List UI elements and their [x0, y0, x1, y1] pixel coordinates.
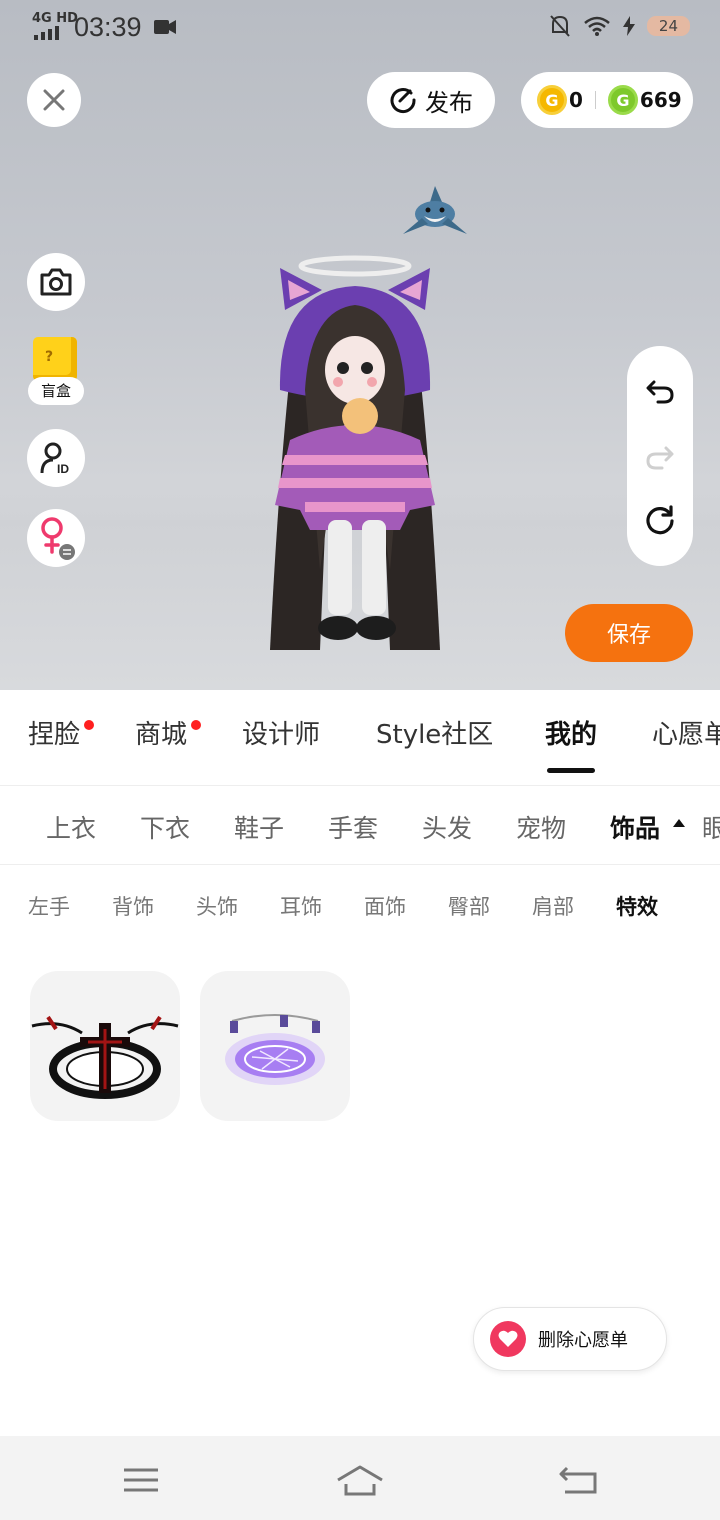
tab-designer[interactable]: 设计师	[242, 714, 320, 751]
blind-box-button[interactable]: ? 盲盒	[24, 337, 88, 407]
subcategory-ear[interactable]: 耳饰	[280, 891, 322, 921]
category-shoes[interactable]: 鞋子	[234, 809, 284, 845]
charging-icon	[622, 16, 635, 36]
green-coin-count: 669	[639, 88, 682, 112]
close-icon	[43, 89, 65, 111]
category-hair[interactable]: 头发	[422, 809, 472, 845]
camera-icon	[40, 268, 72, 296]
coin-divider	[594, 91, 596, 109]
back-icon[interactable]	[553, 1462, 605, 1498]
category-glasses[interactable]: 眼镜	[702, 809, 720, 845]
blind-box-icon: ?	[33, 337, 77, 381]
category-top[interactable]: 上衣	[46, 809, 96, 845]
shark-pet	[403, 186, 467, 234]
category-tabs: 上衣 下衣 鞋子 手套 头发 宠物 饰品 眼镜	[0, 787, 720, 865]
redo-icon[interactable]	[644, 440, 676, 472]
battery-level: 24	[646, 16, 690, 36]
network-indicator: 4G HD	[32, 11, 78, 26]
item-dark-cross-effect[interactable]	[30, 971, 180, 1121]
category-gloves[interactable]: 手套	[328, 809, 378, 845]
system-nav-bar	[0, 1436, 720, 1520]
main-tabs: 捏脸 商城 设计师 Style社区 我的 心愿单	[0, 690, 720, 786]
status-time: 03:39	[74, 12, 142, 42]
gold-coin-icon: G	[537, 85, 567, 115]
undo-icon[interactable]	[644, 374, 676, 406]
status-bar: 4G HD 03:39 24	[0, 0, 720, 56]
category-bottom[interactable]: 下衣	[140, 809, 190, 845]
publish-label: 发布	[425, 88, 473, 117]
heart-icon	[490, 1321, 526, 1357]
subcategory-effects[interactable]: 特效	[616, 891, 658, 921]
tab-mall-notification-dot	[191, 720, 201, 730]
tab-face[interactable]: 捏脸	[28, 714, 80, 751]
category-pets[interactable]: 宠物	[516, 809, 566, 845]
tab-mine[interactable]: 我的	[545, 714, 597, 751]
mute-bell-icon	[550, 15, 570, 37]
reset-icon[interactable]	[644, 504, 676, 536]
remove-wishlist-button[interactable]: 删除心愿单	[473, 1307, 667, 1371]
subcategory-tabs: 左手 背饰 头饰 耳饰 面饰 臀部 肩部 特效	[0, 866, 720, 946]
subcategory-back[interactable]: 背饰	[112, 891, 154, 921]
gold-coin-count: 0	[569, 88, 583, 112]
tab-mall[interactable]: 商城	[135, 714, 187, 751]
blind-box-label: 盲盒	[28, 377, 84, 405]
status-icons: 24	[549, 14, 690, 38]
tab-style-community[interactable]: Style社区	[376, 714, 493, 751]
active-tab-indicator	[547, 768, 595, 773]
purple-magic-circle-thumbnail	[225, 1014, 325, 1085]
category-accessories[interactable]: 饰品	[610, 809, 660, 845]
user-id-icon: ID	[40, 442, 69, 475]
gender-switch-button[interactable]	[27, 509, 85, 567]
avatar-character	[270, 255, 440, 650]
subcategory-hip[interactable]: 臀部	[448, 891, 490, 921]
subcategory-head[interactable]: 头饰	[196, 891, 238, 921]
video-record-icon	[154, 20, 176, 34]
menu-icon[interactable]	[115, 1462, 167, 1498]
camera-button[interactable]	[27, 253, 85, 311]
avatar-id-button[interactable]: ID	[27, 429, 85, 487]
remove-wishlist-label: 删除心愿单	[538, 1330, 628, 1351]
svg-text:ID: ID	[57, 462, 69, 475]
subcategory-shoulder[interactable]: 肩部	[532, 891, 574, 921]
tab-face-notification-dot	[84, 720, 94, 730]
subcategory-face[interactable]: 面饰	[364, 891, 406, 921]
signal-icon	[34, 26, 59, 40]
wifi-icon	[584, 16, 610, 36]
dark-cross-effect-thumbnail	[31, 1015, 179, 1099]
subcategory-left-hand[interactable]: 左手	[28, 891, 70, 921]
publish-button[interactable]: 发布	[367, 72, 495, 128]
female-gender-icon	[41, 517, 75, 560]
item-purple-magic-circle-effect[interactable]	[200, 971, 350, 1121]
home-icon[interactable]	[334, 1462, 386, 1498]
close-button[interactable]	[27, 73, 81, 127]
tab-wishlist[interactable]: 心愿单	[652, 714, 720, 751]
history-controls	[627, 346, 693, 566]
currency-display[interactable]: G 0 G 669	[521, 72, 693, 128]
caret-up-icon	[673, 819, 685, 827]
green-coin-icon: G	[607, 85, 638, 115]
publish-icon	[390, 88, 416, 114]
save-button[interactable]: 保存	[565, 604, 693, 662]
